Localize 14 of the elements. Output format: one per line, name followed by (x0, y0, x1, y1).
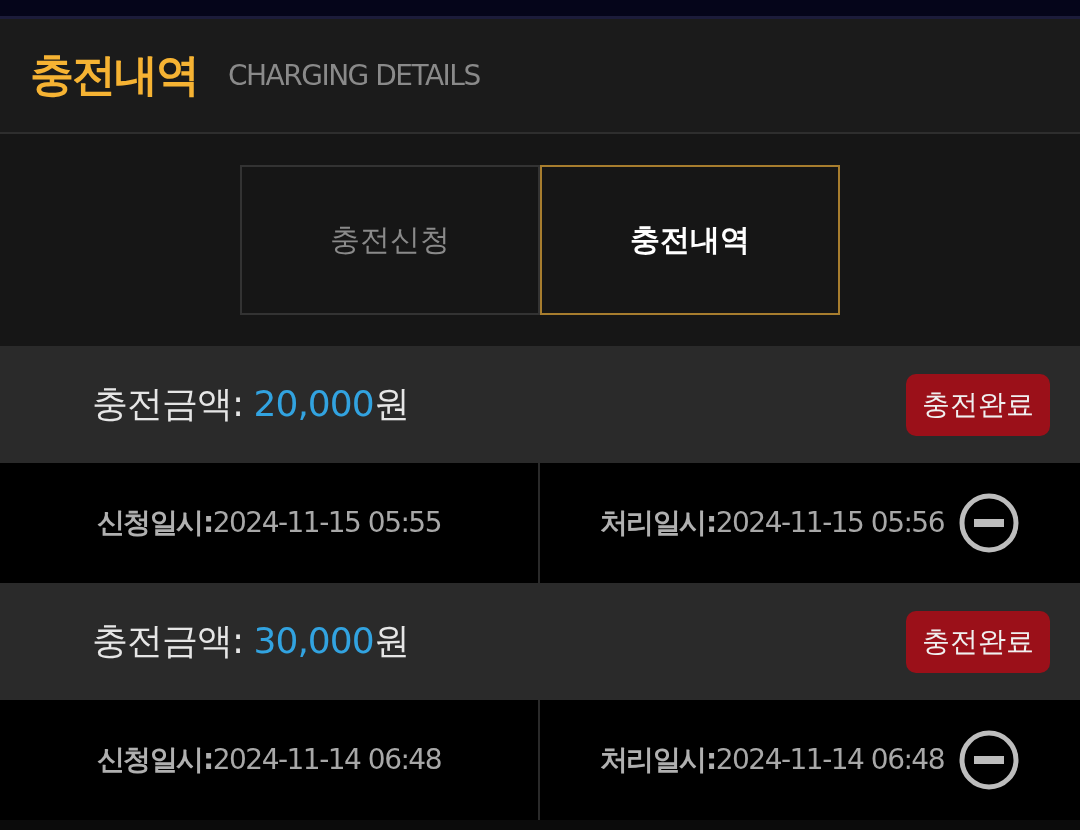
request-time: 신청일시:2024-11-14 06:48 (97, 742, 441, 778)
page-title: 충전내역 (30, 48, 198, 102)
minus-circle-icon[interactable] (958, 729, 1020, 791)
status-badge: 충전완료 (906, 610, 1050, 673)
tab[interactable]: 충전신청 (240, 165, 540, 315)
status-badge: 충전완료 (906, 373, 1050, 436)
process-time: 처리일시:2024-11-15 05:56 (600, 505, 944, 541)
process-time: 처리일시:2024-11-14 06:48 (600, 742, 944, 778)
page-subtitle: CHARGING DETAILS (228, 59, 480, 92)
minus-circle-icon[interactable] (958, 492, 1020, 554)
amount-text: 충전금액: 20,000원 (92, 382, 409, 426)
request-time: 신청일시:2024-11-15 05:55 (97, 505, 441, 541)
amount-text: 충전금액: 30,000원 (92, 619, 409, 663)
tab[interactable]: 충전내역 (540, 165, 840, 315)
